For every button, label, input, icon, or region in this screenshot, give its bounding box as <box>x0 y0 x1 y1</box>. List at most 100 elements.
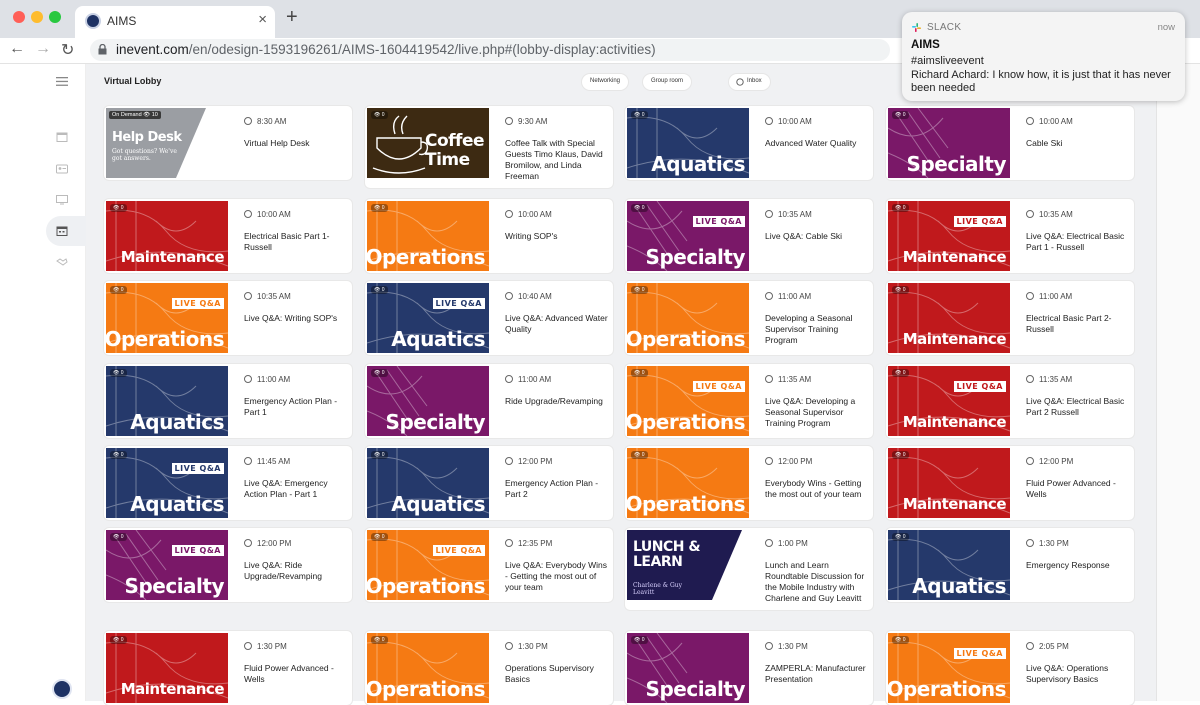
activity-thumbnail[interactable]: 👁 0 Maintenance <box>888 448 1010 518</box>
activity-card[interactable]: 👁 0 LIVE Q&A Aquatics 10:40 AM Live Q&A: Adv… <box>365 281 613 355</box>
activity-thumbnail[interactable]: 👁 0 LIVE Q&A Operations <box>106 283 228 353</box>
activity-card[interactable]: 👁 0 Maintenance 1:30 PM Fluid Power Advance… <box>104 631 352 705</box>
activity-thumbnail[interactable]: 👁 0 Specialty <box>627 633 749 703</box>
activity-thumbnail[interactable]: 👁 0 LIVE Q&A Operations <box>367 530 489 600</box>
activity-card[interactable]: 👁 0 Specialty 11:00 AM Ride Upgrade/Revampi… <box>365 364 613 438</box>
activity-card[interactable]: 👁 0 Operations 10:00 AM Writing SOP's <box>365 199 613 273</box>
activity-card[interactable]: 👁 0 Maintenance 11:00 AM Electrical Basic P… <box>886 281 1134 355</box>
activity-card[interactable]: 👁 0 Specialty 1:30 PM ZAMPERLA: Manufacture… <box>625 631 873 705</box>
activity-thumbnail[interactable]: 👁 0 Operations <box>627 283 749 353</box>
activity-name[interactable]: Fluid Power Advanced - Wells <box>1026 478 1130 500</box>
activity-name[interactable]: Advanced Water Quality <box>765 138 869 149</box>
calendar-icon[interactable] <box>56 132 68 142</box>
activity-thumbnail[interactable]: 👁 0 LIVE Q&A Aquatics <box>367 283 489 353</box>
activity-card[interactable]: 👁 0 Maintenance 12:00 PM Fluid Power Advanc… <box>886 446 1134 520</box>
handshake-icon[interactable] <box>56 257 68 267</box>
group-room-button[interactable]: Group room <box>643 74 692 90</box>
activity-card[interactable]: 👁 0 LIVE Q&A Specialty 12:00 PM Live Q&A: Ri… <box>104 528 352 602</box>
activity-card[interactable]: 👁 0 Specialty 10:00 AM Cable Ski <box>886 106 1134 180</box>
activity-thumbnail[interactable]: 👁 0 Aquatics <box>627 108 749 178</box>
activity-card[interactable]: 👁 0 Coffee Time 9:30 AM Coffee Talk with Sp… <box>365 106 613 188</box>
activity-thumbnail[interactable]: 👁 0 LIVE Q&A Maintenance <box>888 201 1010 271</box>
activity-name[interactable]: Live Q&A: Everybody Wins - Getting the m… <box>505 560 609 593</box>
activity-thumbnail[interactable]: 👁 0 Aquatics <box>367 448 489 518</box>
activity-thumbnail[interactable]: 👁 0 Maintenance <box>106 201 228 271</box>
activity-name[interactable]: Emergency Response <box>1026 560 1130 571</box>
new-tab-button[interactable]: + <box>286 6 298 29</box>
activity-card[interactable]: 👁 0 LIVE Q&A Maintenance 10:35 AM Live Q&A: … <box>886 199 1134 273</box>
back-button[interactable]: ← <box>9 40 25 58</box>
slack-notification[interactable]: SLACK now AIMS #aimsliveevent Richard Ac… <box>902 12 1185 101</box>
reload-button[interactable]: ↻ <box>61 40 74 60</box>
activity-name[interactable]: Emergency Action Plan - Part 1 <box>244 396 348 418</box>
minimize-window-button[interactable] <box>31 11 43 23</box>
activity-thumbnail[interactable]: 👁 0 Maintenance <box>888 283 1010 353</box>
id-card-icon[interactable] <box>56 164 68 174</box>
activity-name[interactable]: Live Q&A: Cable Ski <box>765 231 869 242</box>
activity-card[interactable]: On Demand 👁 10 Help Desk Got questions? We… <box>104 106 352 180</box>
close-window-button[interactable] <box>13 11 25 23</box>
browser-tab[interactable]: AIMS × <box>75 6 275 38</box>
menu-icon[interactable] <box>56 77 68 86</box>
activity-card[interactable]: LUNCH & LEARN Charlene & Guy Leavitt 1:00 … <box>625 528 873 610</box>
activity-name[interactable]: Virtual Help Desk <box>244 138 348 149</box>
activity-thumbnail[interactable]: LUNCH & LEARN Charlene & Guy Leavitt <box>627 530 749 600</box>
activity-thumbnail[interactable]: 👁 0 Operations <box>627 448 749 518</box>
activity-card[interactable]: 👁 0 Aquatics 12:00 PM Emergency Action Plan… <box>365 446 613 520</box>
activity-thumbnail[interactable]: 👁 0 LIVE Q&A Aquatics <box>106 448 228 518</box>
activity-name[interactable]: Live Q&A: Electrical Basic Part 1 - Russ… <box>1026 231 1130 253</box>
forward-button[interactable]: → <box>35 40 51 58</box>
activity-name[interactable]: Cable Ski <box>1026 138 1130 149</box>
activity-card[interactable]: 👁 0 Aquatics 10:00 AM Advanced Water Qualit… <box>625 106 873 180</box>
activity-card[interactable]: 👁 0 LIVE Q&A Operations 12:35 PM Live Q&A: E… <box>365 528 613 602</box>
url-field[interactable]: inevent.com/en/odesign-1593196261/AIMS-1… <box>90 39 890 61</box>
maximize-window-button[interactable] <box>49 11 61 23</box>
activity-name[interactable]: Live Q&A: Advanced Water Quality <box>505 313 609 335</box>
activity-name[interactable]: Everybody Wins - Getting the most out of… <box>765 478 869 500</box>
activity-card[interactable]: 👁 0 LIVE Q&A Specialty 10:35 AM Live Q&A: Ca… <box>625 199 873 273</box>
activity-card[interactable]: 👁 0 Operations 12:00 PM Everybody Wins - Ge… <box>625 446 873 520</box>
activity-card[interactable]: 👁 0 LIVE Q&A Maintenance 11:35 AM Live Q&A: … <box>886 364 1134 438</box>
activity-card[interactable]: 👁 0 Aquatics 1:30 PM Emergency Response <box>886 528 1134 602</box>
inbox-button[interactable]: Inbox <box>729 74 770 90</box>
activity-thumbnail[interactable]: 👁 0 Maintenance <box>106 633 228 703</box>
activity-card[interactable]: 👁 0 Operations 1:30 PM Operations Superviso… <box>365 631 613 705</box>
activity-thumbnail[interactable]: 👁 0 LIVE Q&A Specialty <box>627 201 749 271</box>
activity-thumbnail[interactable]: 👁 0 LIVE Q&A Operations <box>888 633 1010 703</box>
activity-name[interactable]: Live Q&A: Operations Supervisory Basics <box>1026 663 1130 685</box>
activity-name[interactable]: Coffee Talk with Special Guests Timo Kla… <box>505 138 609 182</box>
activity-name[interactable]: ZAMPERLA: Manufacturer Presentation <box>765 663 869 685</box>
activity-name[interactable]: Live Q&A: Developing a Seasonal Supervis… <box>765 396 869 429</box>
activity-name[interactable]: Operations Supervisory Basics <box>505 663 609 685</box>
activity-name[interactable]: Fluid Power Advanced - Wells <box>244 663 348 685</box>
activity-thumbnail[interactable]: 👁 0 Operations <box>367 633 489 703</box>
activity-thumbnail[interactable]: 👁 0 LIVE Q&A Maintenance <box>888 366 1010 436</box>
activity-card[interactable]: 👁 0 LIVE Q&A Operations 2:05 PM Live Q&A: Op… <box>886 631 1134 705</box>
activity-thumbnail[interactable]: 👁 0 Specialty <box>888 108 1010 178</box>
activity-thumbnail[interactable]: 👁 0 LIVE Q&A Operations <box>627 366 749 436</box>
activity-thumbnail[interactable]: 👁 0 LIVE Q&A Specialty <box>106 530 228 600</box>
activity-card[interactable]: 👁 0 Aquatics 11:00 AM Emergency Action Plan… <box>104 364 352 438</box>
activity-thumbnail[interactable]: 👁 0 Coffee Time <box>367 108 489 178</box>
activity-card[interactable]: 👁 0 LIVE Q&A Operations 10:35 AM Live Q&A: W… <box>104 281 352 355</box>
activity-card[interactable]: 👁 0 LIVE Q&A Aquatics 11:45 AM Live Q&A: Eme… <box>104 446 352 520</box>
activity-thumbnail[interactable]: 👁 0 Operations <box>367 201 489 271</box>
activity-thumbnail[interactable]: 👁 0 Specialty <box>367 366 489 436</box>
activity-name[interactable]: Developing a Seasonal Supervisor Trainin… <box>765 313 869 346</box>
activity-name[interactable]: Lunch and Learn Roundtable Discussion fo… <box>765 560 869 604</box>
activity-name[interactable]: Electrical Basic Part 1- Russell <box>244 231 348 253</box>
activity-name[interactable]: Emergency Action Plan - Part 2 <box>505 478 609 500</box>
activity-card[interactable]: 👁 0 LIVE Q&A Operations 11:35 AM Live Q&A: D… <box>625 364 873 438</box>
aims-logo-icon[interactable] <box>52 679 72 699</box>
close-tab-icon[interactable]: × <box>258 11 267 28</box>
activity-card[interactable]: 👁 0 Operations 11:00 AM Developing a Season… <box>625 281 873 355</box>
activity-name[interactable]: Electrical Basic Part 2- Russell <box>1026 313 1130 335</box>
activity-name[interactable]: Ride Upgrade/Revamping <box>505 396 609 407</box>
activity-card[interactable]: 👁 0 Maintenance 10:00 AM Electrical Basic P… <box>104 199 352 273</box>
activity-name[interactable]: Live Q&A: Writing SOP's <box>244 313 348 324</box>
activity-name[interactable]: Live Q&A: Ride Upgrade/Revamping <box>244 560 348 582</box>
activity-name[interactable]: Live Q&A: Electrical Basic Part 2 Russel… <box>1026 396 1130 418</box>
networking-button[interactable]: Networking <box>582 74 629 90</box>
activity-thumbnail[interactable]: On Demand 👁 10 Help Desk Got questions? We… <box>106 108 228 178</box>
monitor-icon[interactable] <box>56 195 68 205</box>
